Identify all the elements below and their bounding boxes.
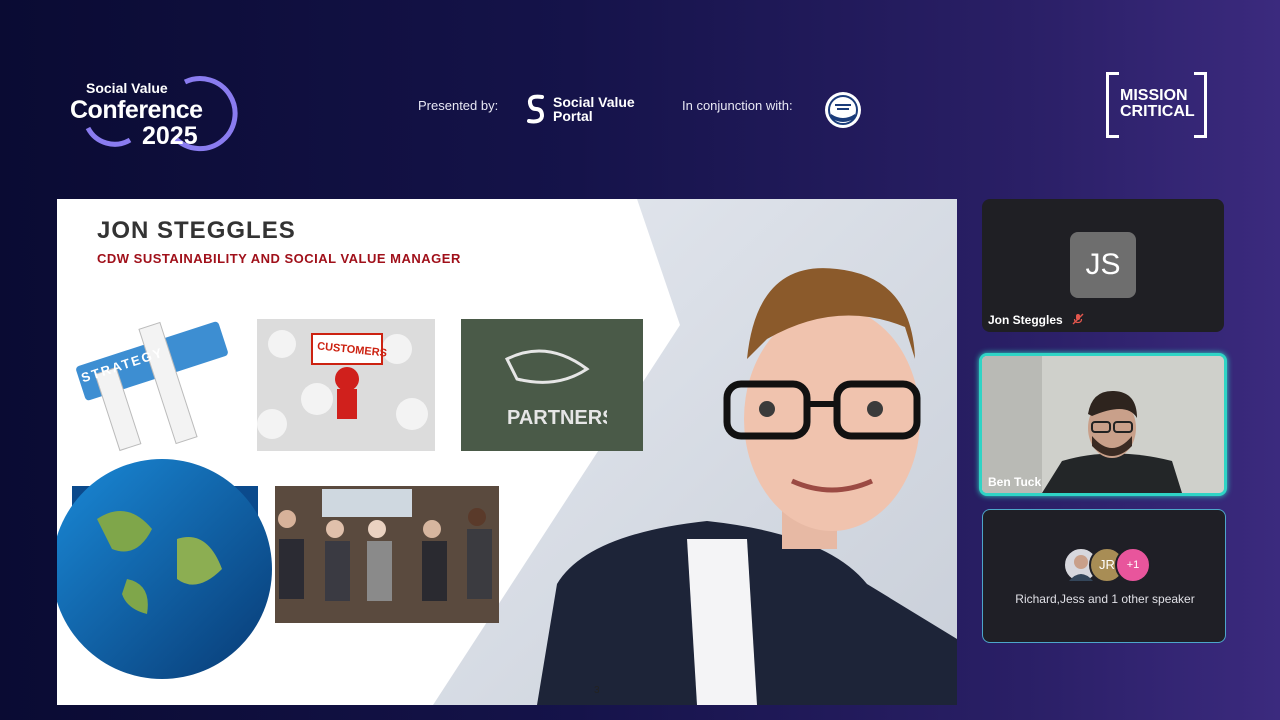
mission-line1: MISSION — [1120, 87, 1188, 104]
presentation-stage: JON STEGGLES CDW SUSTAINABILITY AND SOCI… — [57, 199, 957, 705]
globe-image — [57, 459, 272, 679]
conjunction-label: In conjunction with: — [682, 98, 793, 113]
presented-by-label: Presented by: — [418, 98, 499, 113]
other-speakers-tile[interactable]: JR +1 Richard,Jess and 1 other speaker — [982, 509, 1226, 643]
participant-tile-jon[interactable]: JS Jon Steggles — [982, 199, 1224, 332]
mic-muted-icon — [1072, 313, 1084, 328]
mission-critical-logo: MISSION CRITICAL — [1106, 72, 1207, 138]
mission-line2: CRITICAL — [1120, 103, 1195, 120]
meeting-image — [275, 486, 499, 623]
partner-emblem-icon — [828, 95, 858, 125]
sponsor-line1: Social Value — [553, 94, 635, 110]
other-speakers-text: Richard,Jess and 1 other speaker — [1015, 592, 1195, 606]
participant-tile-ben[interactable]: Ben Tuck — [979, 353, 1227, 496]
slide-page-number: 3 — [594, 685, 600, 696]
participant-name: Jon Steggles — [988, 313, 1084, 328]
logo-line2: Conference — [70, 96, 203, 124]
sponsor-line2: Portal — [553, 108, 593, 124]
participant-name-text: Jon Steggles — [988, 312, 1063, 327]
partner-logo — [825, 92, 861, 128]
logo-line3: 2025 — [142, 122, 198, 150]
bracket-left — [1106, 72, 1119, 138]
slide-speaker-name: JON STEGGLES — [97, 217, 296, 244]
partners-text: PARTNERS — [507, 407, 607, 429]
conference-logo: Social Value Conference 2025 — [70, 76, 240, 156]
speaker-avatars: JR +1 — [1063, 547, 1153, 583]
logo-line1: Social Value — [86, 80, 168, 96]
participant-name: Ben Tuck — [988, 475, 1042, 489]
slide-background — [57, 199, 957, 705]
avatar-js: JS — [1070, 232, 1136, 298]
s-mark-icon — [527, 94, 545, 124]
avatar-more: +1 — [1115, 547, 1151, 583]
slide-speaker-title: CDW SUSTAINABILITY AND SOCIAL VALUE MANA… — [97, 251, 461, 266]
sponsor-logo: Social Value Portal — [525, 93, 655, 127]
bracket-right — [1194, 72, 1207, 138]
participant-video — [982, 356, 1224, 493]
